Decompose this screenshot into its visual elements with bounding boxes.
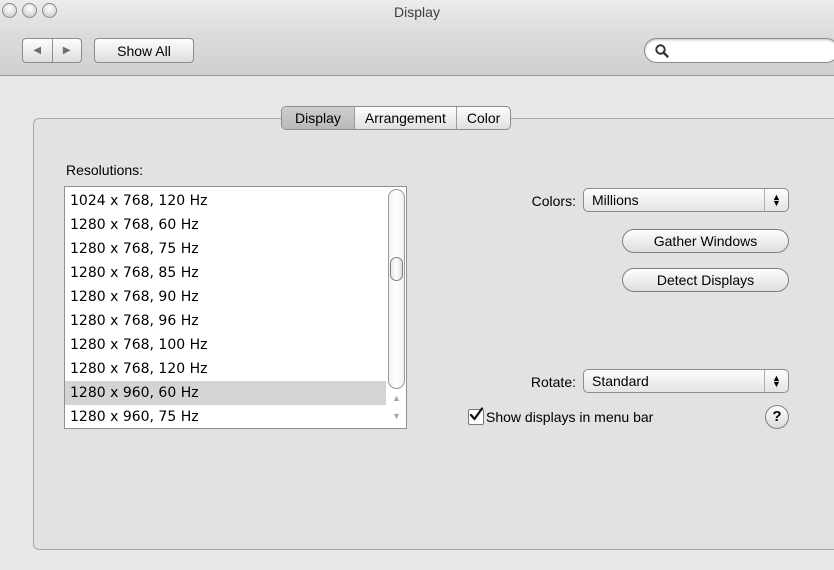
colors-label: Colors: <box>531 193 576 209</box>
detect-displays-button[interactable]: Detect Displays <box>622 268 789 292</box>
popup-arrows-icon: ▲ ▼ <box>764 189 788 211</box>
show-displays-label[interactable]: Show displays in menu bar <box>486 409 653 425</box>
rotate-label: Rotate: <box>530 374 576 390</box>
scroll-down-arrow-icon[interactable]: ▼ <box>388 408 405 424</box>
resolution-item[interactable]: 1280 x 768, 120 Hz <box>65 357 386 381</box>
show-displays-checkbox[interactable] <box>468 407 484 425</box>
forward-arrow-icon: ▶ <box>62 45 71 56</box>
window-title: Display <box>394 4 440 20</box>
help-button[interactable]: ? <box>765 405 789 429</box>
resolution-item[interactable]: 1280 x 768, 85 Hz <box>65 261 386 285</box>
show-all-button[interactable]: Show All <box>94 38 194 63</box>
colors-popup[interactable]: Millions ▲ ▼ <box>583 188 789 212</box>
resolutions-scrollbar[interactable]: ▲ ▼ <box>386 187 406 428</box>
colors-popup-value: Millions <box>592 192 639 208</box>
rotate-popup-value: Standard <box>592 373 649 389</box>
resolution-item[interactable]: 1280 x 768, 100 Hz <box>65 333 386 357</box>
navigation-buttons: ◀ ▶ <box>22 38 82 63</box>
resolution-item[interactable]: 1280 x 768, 96 Hz <box>65 309 386 333</box>
back-arrow-icon: ◀ <box>33 45 42 56</box>
resolution-item[interactable]: 1280 x 768, 60 Hz <box>65 213 386 237</box>
search-icon <box>655 44 669 58</box>
back-button[interactable]: ◀ <box>23 39 52 62</box>
window-titlebar: Display ◀ ▶ Show All <box>0 0 834 76</box>
resolution-item-selected[interactable]: 1280 x 960, 60 Hz <box>65 381 386 405</box>
tab-arrangement[interactable]: Arrangement <box>353 107 456 129</box>
tab-color[interactable]: Color <box>455 107 510 129</box>
search-input[interactable] <box>673 42 823 59</box>
forward-button[interactable]: ▶ <box>51 39 82 62</box>
resolution-item[interactable]: 1280 x 960, 75 Hz <box>65 405 386 429</box>
scroll-up-arrow-icon[interactable]: ▲ <box>388 390 405 406</box>
resolution-item[interactable]: 1280 x 768, 75 Hz <box>65 237 386 261</box>
popup-arrows-icon: ▲ ▼ <box>764 370 788 392</box>
tab-display[interactable]: Display <box>282 107 354 129</box>
rotate-popup[interactable]: Standard ▲ ▼ <box>583 369 789 393</box>
scrollbar-thumb[interactable] <box>390 257 403 281</box>
resolution-item[interactable]: 1024 x 768, 120 Hz <box>65 189 386 213</box>
tab-bar: Display Arrangement Color <box>281 106 512 130</box>
resolution-item[interactable]: 1280 x 768, 90 Hz <box>65 285 386 309</box>
scrollbar-track[interactable] <box>388 189 405 389</box>
checkmark-icon <box>469 407 484 421</box>
resolutions-list[interactable]: 1024 x 768, 120 Hz 1280 x 768, 60 Hz 128… <box>64 186 407 429</box>
resolutions-label: Resolutions: <box>66 162 144 178</box>
gather-windows-button[interactable]: Gather Windows <box>622 229 789 253</box>
search-field[interactable] <box>644 38 834 63</box>
